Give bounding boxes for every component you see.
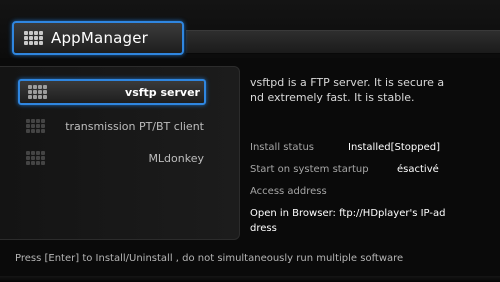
package-label: transmission PT/BT client xyxy=(65,119,204,133)
startup-value: ésactivé xyxy=(397,164,439,175)
footer-hint: Press [Enter] to Install/Uninstall , do … xyxy=(15,253,404,264)
startup-label: Start on system startup xyxy=(250,164,369,175)
package-grid-icon xyxy=(28,85,47,99)
header-strip xyxy=(186,30,500,54)
open-in-browser-text: Open in Browser: ftp://HDplayer's IP-add… xyxy=(250,208,446,234)
footer-divider xyxy=(0,276,500,282)
install-status-value: Installed[Stopped] xyxy=(348,142,440,153)
package-item-vsftp[interactable]: vsftp server xyxy=(18,79,206,105)
package-item-transmission[interactable]: transmission PT/BT client xyxy=(18,113,206,139)
package-list: vsftp server transmission PT/BT client M… xyxy=(0,66,240,240)
access-address-label: Access address xyxy=(250,186,327,197)
install-status-label: Install status xyxy=(250,142,315,153)
page-title: AppManager xyxy=(51,29,149,47)
package-description: vsftpd is a FTP server. It is secure and… xyxy=(250,76,445,104)
package-grid-icon xyxy=(26,151,45,165)
package-grid-icon xyxy=(26,119,45,133)
app-title-box: AppManager xyxy=(12,21,184,55)
package-label: vsftp server xyxy=(125,85,200,99)
app-grid-icon xyxy=(24,31,43,45)
package-label: MLdonkey xyxy=(148,151,204,165)
package-item-mldonkey[interactable]: MLdonkey xyxy=(18,145,206,171)
